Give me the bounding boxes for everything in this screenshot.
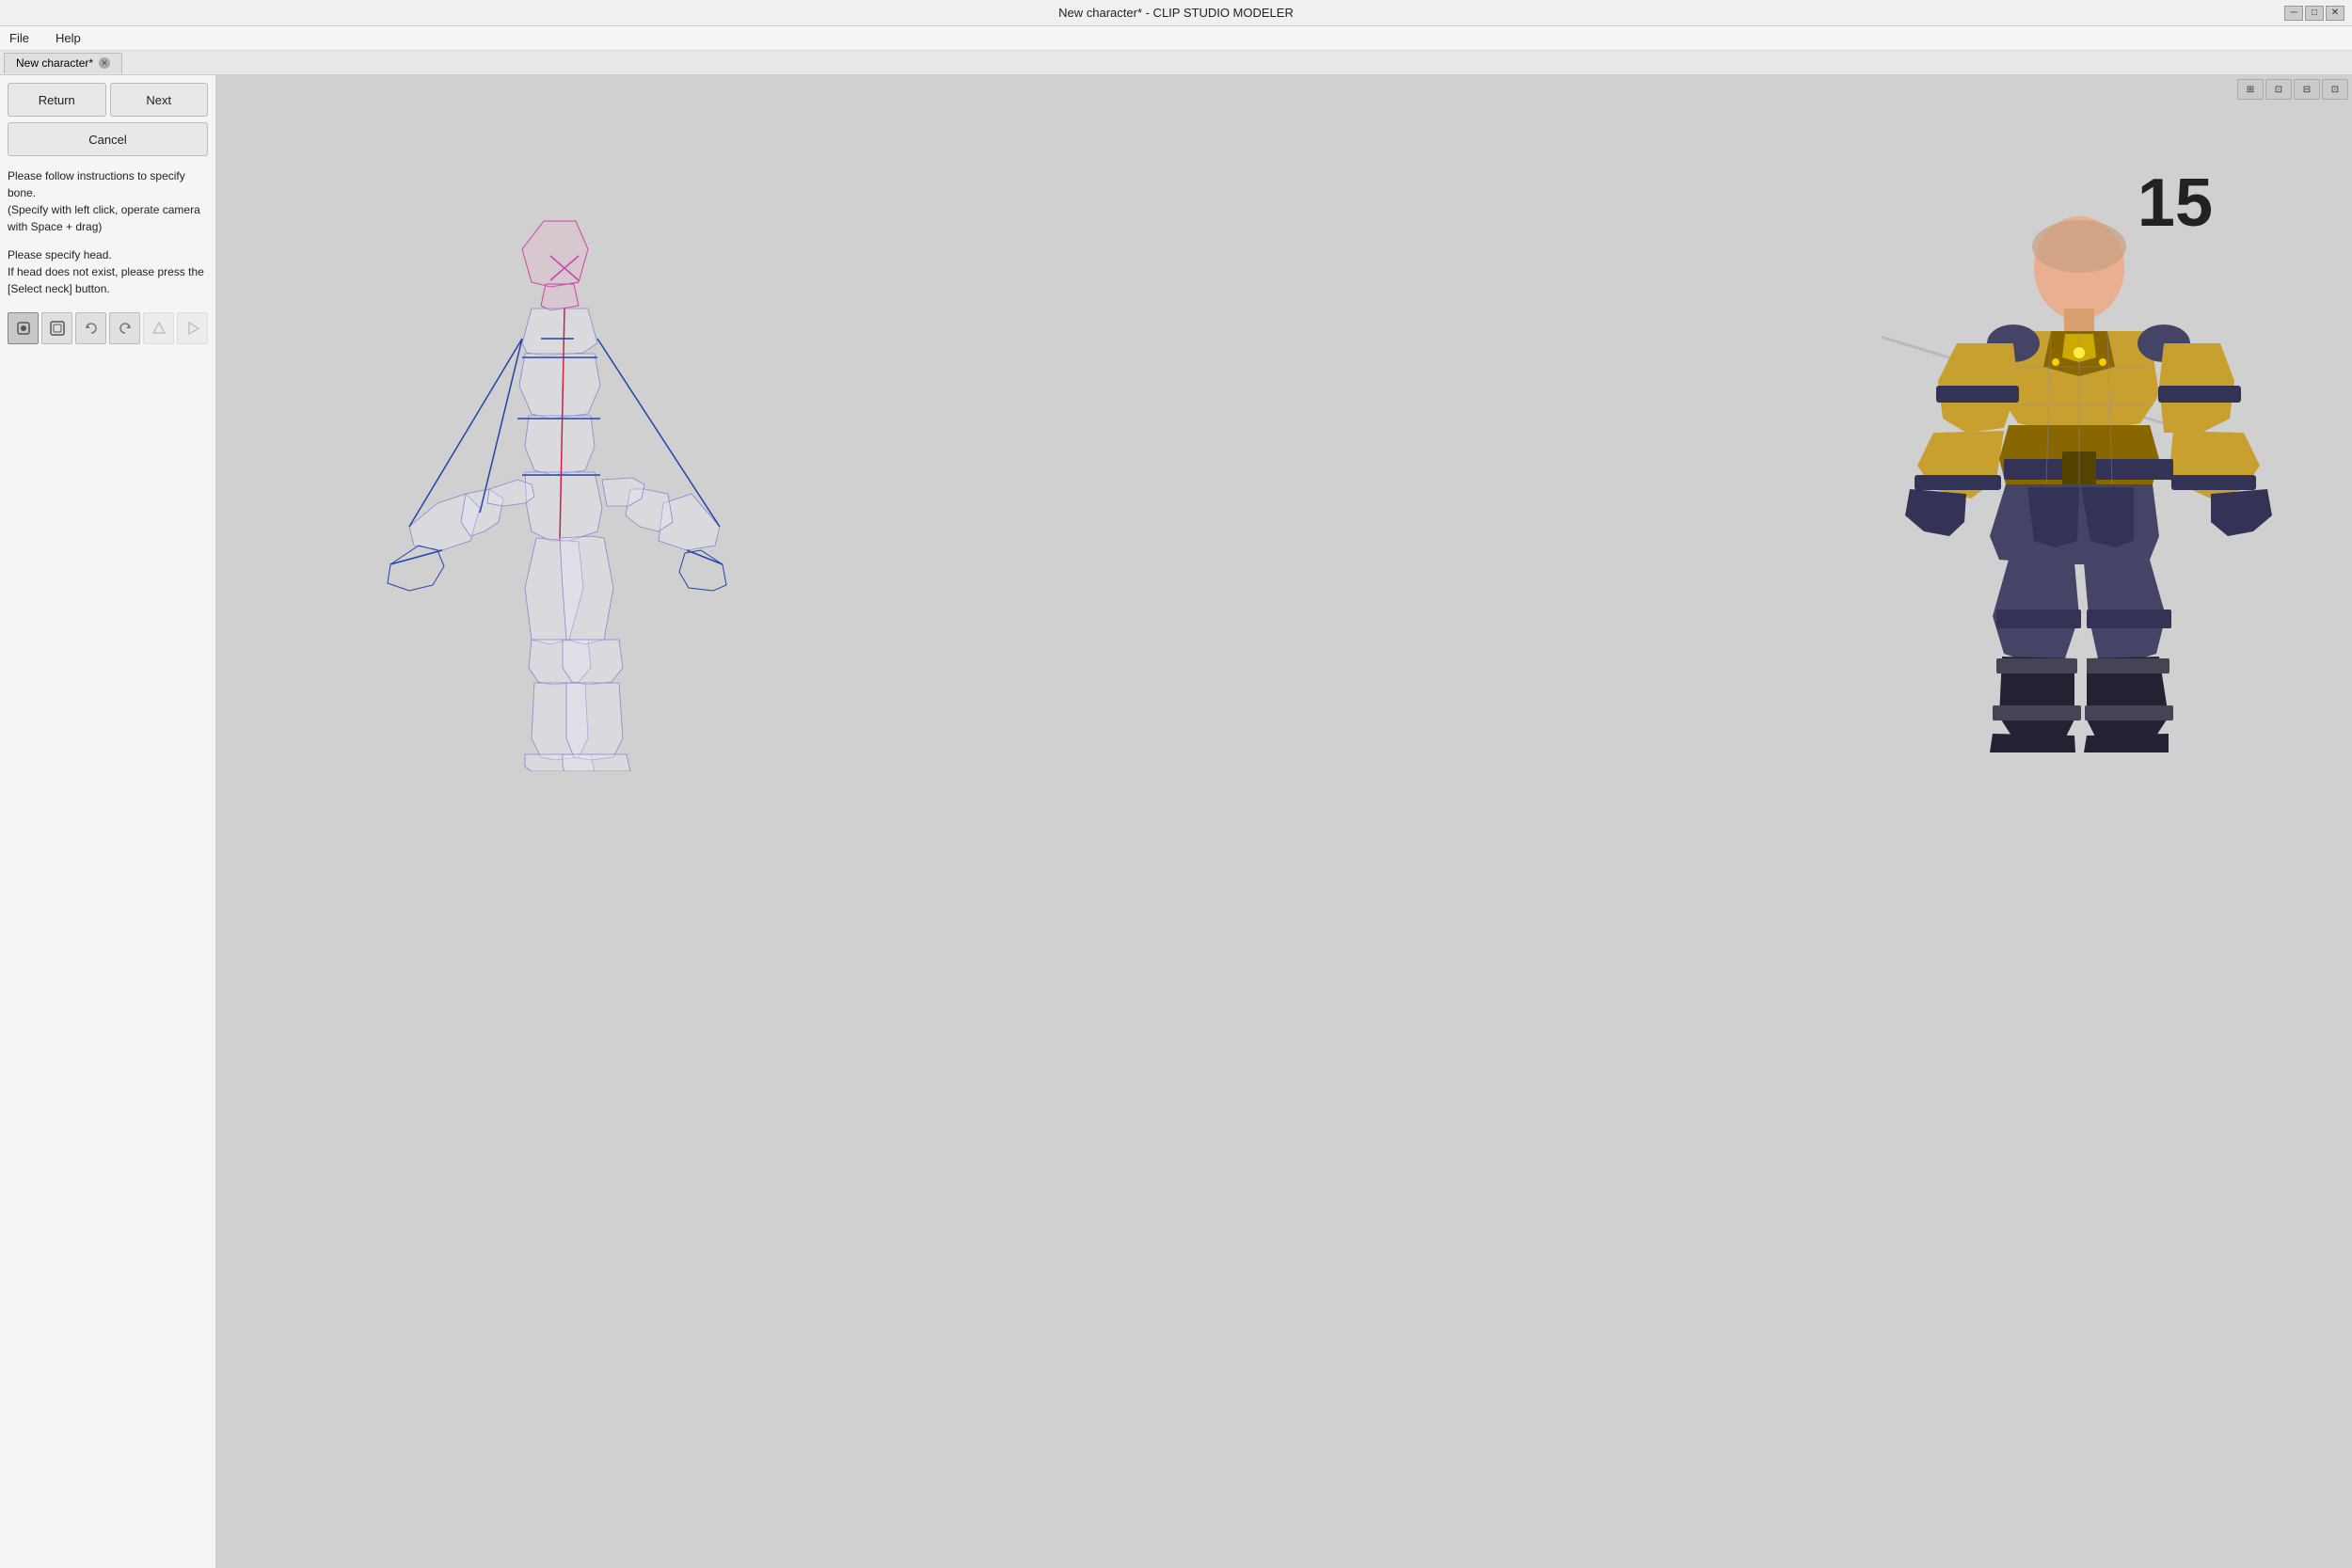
menu-bar: File Help [0, 26, 2352, 51]
instruction-block-2: Please specify head. If head does not ex… [8, 246, 208, 297]
viewport-grid-button[interactable]: ⊡ [2322, 79, 2348, 100]
tool6 [177, 312, 208, 344]
cancel-button[interactable]: Cancel [8, 122, 208, 156]
tool5 [143, 312, 174, 344]
title-text: New character* - CLIP STUDIO MODELER [1058, 6, 1294, 20]
viewport-fit-button[interactable]: ⊟ [2294, 79, 2320, 100]
tab-bar: New character* ✕ [0, 51, 2352, 75]
tools-row [8, 309, 208, 348]
document-tab[interactable]: New character* ✕ [4, 53, 122, 73]
instruction-line3: Please specify head. [8, 246, 208, 263]
title-bar: New character* - CLIP STUDIO MODELER ─ □… [0, 0, 2352, 26]
skeleton-left [386, 216, 781, 771]
undo-tool[interactable] [75, 312, 106, 344]
maximize-button[interactable]: □ [2305, 6, 2324, 21]
character-right [1882, 198, 2296, 752]
main-layout: Return Next Cancel Please follow instruc… [0, 75, 2352, 1568]
cancel-button-row: Cancel [8, 122, 208, 156]
select-neck-tool[interactable] [41, 312, 72, 344]
instruction-line2: (Specify with left click, operate camera… [8, 201, 208, 235]
title-bar-controls: ─ □ ✕ [2284, 6, 2344, 21]
select-bone-tool[interactable] [8, 312, 39, 344]
close-button[interactable]: ✕ [2326, 6, 2344, 21]
nav-buttons-row: Return Next [8, 83, 208, 117]
tab-close-button[interactable]: ✕ [99, 57, 110, 69]
viewport-toolbar: ⊞ ⊡ ⊟ ⊡ [2237, 79, 2348, 100]
viewport-cam1-button[interactable]: ⊞ [2237, 79, 2264, 100]
next-button[interactable]: Next [110, 83, 209, 117]
viewport[interactable]: ⊞ ⊡ ⊟ ⊡ 15 [216, 75, 2352, 1568]
return-button[interactable]: Return [8, 83, 106, 117]
menu-help[interactable]: Help [50, 29, 87, 47]
minimize-button[interactable]: ─ [2284, 6, 2303, 21]
viewport-cam2-button[interactable]: ⊡ [2265, 79, 2292, 100]
left-panel: Return Next Cancel Please follow instruc… [0, 75, 216, 1568]
instruction-line1: Please follow instructions to specify bo… [8, 167, 208, 201]
instruction-line4: If head does not exist, please press the… [8, 263, 208, 297]
instruction-block-1: Please follow instructions to specify bo… [8, 167, 208, 235]
menu-file[interactable]: File [4, 29, 35, 47]
redo-tool[interactable] [109, 312, 140, 344]
tab-label: New character* [16, 56, 93, 70]
